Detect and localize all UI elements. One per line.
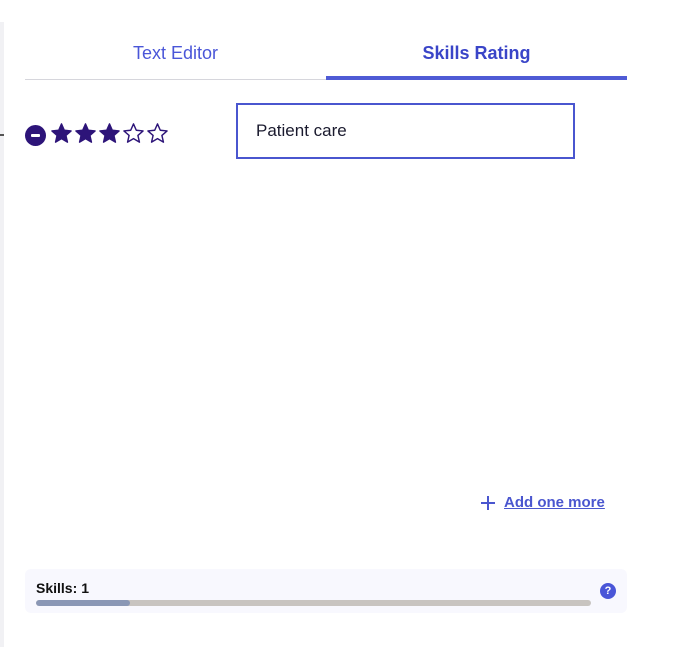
plus-icon <box>481 495 495 510</box>
editor-tabs: Text Editor Skills Rating <box>25 30 627 80</box>
tab-skills-rating-label: Skills Rating <box>422 43 531 63</box>
question-circle-icon[interactable]: ? <box>600 583 616 599</box>
remove-skill-button[interactable] <box>25 125 46 146</box>
star-filled-icon[interactable] <box>50 122 73 145</box>
add-one-more-button[interactable]: Add one more <box>481 494 605 511</box>
star-outline-icon[interactable] <box>122 122 145 145</box>
star-outline-icon[interactable] <box>146 122 169 145</box>
left-panel-edge <box>0 22 4 647</box>
skills-progress-track <box>36 600 591 606</box>
skill-rating-stars[interactable] <box>50 122 169 145</box>
skills-progress-fill <box>36 600 131 606</box>
star-filled-icon[interactable] <box>98 122 121 145</box>
minus-circle-icon <box>31 134 40 137</box>
skill-name-input[interactable] <box>236 103 575 159</box>
left-panel-marker <box>0 134 4 136</box>
star-filled-icon[interactable] <box>74 122 97 145</box>
tab-skills-rating[interactable]: Skills Rating <box>326 30 627 80</box>
skills-meter: Skills: 1 ? <box>25 569 627 613</box>
tab-text-editor-label: Text Editor <box>132 43 219 63</box>
add-one-more-label: Add one more <box>504 494 605 511</box>
skills-count-value: 1 <box>81 580 90 596</box>
skills-count-label: Skills: <box>36 580 78 596</box>
skills-count: Skills: 1 <box>36 580 89 596</box>
skill-row <box>25 103 585 159</box>
tab-text-editor[interactable]: Text Editor <box>25 30 326 79</box>
